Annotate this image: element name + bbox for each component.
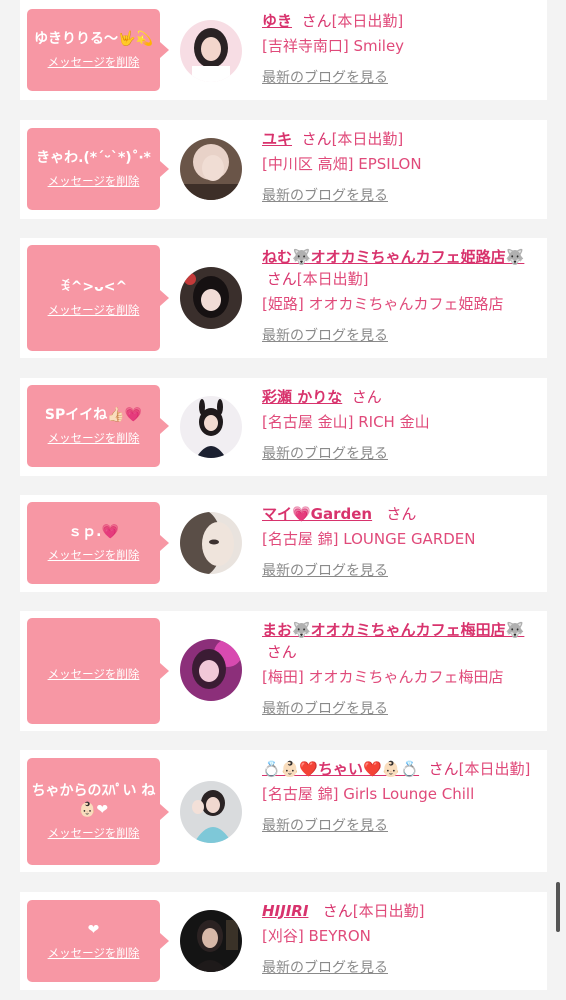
honorific: さん bbox=[386, 505, 417, 523]
message-feed: ゆきりりる〜🤟💫 メッセージを削除 ゆき さん[本日出勤] [吉祥寺南口] Sm… bbox=[0, 0, 566, 1000]
message-text: ちゃからのｽﾊﾟい ね👶🏻❤ bbox=[31, 782, 156, 818]
honorific: さん bbox=[301, 130, 332, 148]
shop-label: [吉祥寺南口] Smiley bbox=[262, 37, 405, 55]
honorific: さん bbox=[266, 270, 297, 288]
latest-blog-link[interactable]: 最新のブログを見る bbox=[262, 815, 388, 835]
honorific: さん bbox=[301, 12, 332, 30]
list-item: ❤ メッセージを削除 HIJIRI さん[本日出勤] [刈谷] BEYRON 最… bbox=[20, 892, 547, 990]
scrollbar[interactable] bbox=[556, 882, 560, 932]
delete-message-link[interactable]: メッセージを削除 bbox=[48, 54, 140, 70]
message-bubble: ちゃからのｽﾊﾟい ね👶🏻❤ メッセージを削除 bbox=[27, 758, 169, 865]
user-name-link[interactable]: まお🐺オオカミちゃんカフェ梅田店🐺 bbox=[262, 621, 524, 639]
latest-blog-link[interactable]: 最新のブログを見る bbox=[262, 957, 388, 977]
latest-blog-link[interactable]: 最新のブログを見る bbox=[262, 698, 388, 718]
latest-blog-link[interactable]: 最新のブログを見る bbox=[262, 185, 388, 205]
user-name-link[interactable]: 彩瀬 かりな bbox=[262, 388, 342, 406]
work-status: [本日出勤] bbox=[331, 12, 404, 30]
work-status: [本日出勤] bbox=[352, 902, 425, 920]
shop-label: [中川区 高畑] EPSILON bbox=[262, 155, 422, 173]
user-name-link[interactable]: HIJIRI bbox=[262, 902, 308, 920]
message-bubble: ❤ メッセージを削除 bbox=[27, 900, 169, 982]
user-name-link[interactable]: 💍👶🏻❤️ちゃい❤️👶🏻💍 bbox=[262, 760, 419, 778]
delete-message-link[interactable]: メッセージを削除 bbox=[48, 825, 140, 841]
work-status: [本日出勤] bbox=[296, 270, 369, 288]
user-info: HIJIRI さん[本日出勤] [刈谷] BEYRON 最新のブログを見る bbox=[262, 900, 537, 977]
latest-blog-link[interactable]: 最新のブログを見る bbox=[262, 443, 388, 463]
message-text: ｓｐ.💗 bbox=[68, 523, 119, 540]
avatar[interactable] bbox=[180, 781, 242, 843]
avatar[interactable] bbox=[180, 267, 242, 329]
work-status: [本日出勤] bbox=[458, 760, 531, 778]
delete-message-link[interactable]: メッセージを削除 bbox=[48, 666, 140, 682]
latest-blog-link[interactable]: 最新のブログを見る bbox=[262, 325, 388, 345]
message-bubble: きゃわ.(*´ᵕ`*)˚‧* メッセージを削除 bbox=[27, 128, 169, 210]
user-name-link[interactable]: ユキ bbox=[262, 130, 292, 148]
message-bubble: ゆきりりる〜🤟💫 メッセージを削除 bbox=[27, 9, 169, 91]
delete-message-link[interactable]: メッセージを削除 bbox=[48, 302, 140, 318]
delete-message-link[interactable]: メッセージを削除 bbox=[48, 173, 140, 189]
list-item: ゆきりりる〜🤟💫 メッセージを削除 ゆき さん[本日出勤] [吉祥寺南口] Sm… bbox=[20, 0, 547, 100]
list-item: メッセージを削除 まお🐺オオカミちゃんカフェ梅田店🐺 さん [梅田] オオカミち… bbox=[20, 611, 547, 731]
avatar[interactable] bbox=[180, 20, 242, 82]
message-text: ゆきりりる〜🤟💫 bbox=[34, 30, 153, 47]
latest-blog-link[interactable]: 最新のブログを見る bbox=[262, 560, 388, 580]
message-bubble: ｓｐ.💗 メッセージを削除 bbox=[27, 502, 169, 584]
avatar[interactable] bbox=[180, 396, 242, 458]
list-item: ｓｐ.💗 メッセージを削除 マイ💗Garden さん [名古屋 錦] LOUNG… bbox=[20, 495, 547, 592]
message-bubble: ꉂ^>ᴗ<^ メッセージを削除 bbox=[27, 245, 169, 351]
shop-label: [梅田] オオカミちゃんカフェ梅田店 bbox=[262, 668, 504, 686]
user-info: 💍👶🏻❤️ちゃい❤️👶🏻💍 さん[本日出勤] [名古屋 錦] Girls Lou… bbox=[262, 758, 537, 835]
user-info: まお🐺オオカミちゃんカフェ梅田店🐺 さん [梅田] オオカミちゃんカフェ梅田店 … bbox=[262, 619, 537, 718]
user-info: ユキ さん[本日出勤] [中川区 高畑] EPSILON 最新のブログを見る bbox=[262, 128, 537, 205]
user-info: マイ💗Garden さん [名古屋 錦] LOUNGE GARDEN 最新のブロ… bbox=[262, 503, 537, 580]
honorific: さん bbox=[322, 902, 353, 920]
shop-label: [刈谷] BEYRON bbox=[262, 927, 371, 945]
latest-blog-link[interactable]: 最新のブログを見る bbox=[262, 67, 388, 87]
shop-label: [名古屋 金山] RICH 金山 bbox=[262, 413, 430, 431]
avatar[interactable] bbox=[180, 639, 242, 701]
message-bubble: SPイイね👍🏻💗 メッセージを削除 bbox=[27, 385, 169, 467]
avatar[interactable] bbox=[180, 910, 242, 972]
list-item: ꉂ^>ᴗ<^ メッセージを削除 ねむ🐺オオカミちゃんカフェ姫路店🐺 さん[本日出… bbox=[20, 238, 547, 358]
list-item: SPイイね👍🏻💗 メッセージを削除 彩瀬 かりな さん [名古屋 金山] RIC… bbox=[20, 378, 547, 476]
message-text: ❤ bbox=[87, 921, 100, 938]
user-info: ゆき さん[本日出勤] [吉祥寺南口] Smiley 最新のブログを見る bbox=[262, 10, 537, 87]
honorific: さん bbox=[266, 643, 297, 661]
message-bubble: メッセージを削除 bbox=[27, 618, 169, 724]
message-text: SPイイね👍🏻💗 bbox=[44, 406, 143, 423]
message-text: きゃわ.(*´ᵕ`*)˚‧* bbox=[36, 149, 151, 166]
user-name-link[interactable]: ねむ🐺オオカミちゃんカフェ姫路店🐺 bbox=[262, 248, 524, 266]
honorific: さん bbox=[428, 760, 459, 778]
avatar[interactable] bbox=[180, 512, 242, 574]
shop-label: [名古屋 錦] LOUNGE GARDEN bbox=[262, 530, 476, 548]
shop-label: [姫路] オオカミちゃんカフェ姫路店 bbox=[262, 295, 504, 313]
list-item: ちゃからのｽﾊﾟい ね👶🏻❤ メッセージを削除 💍👶🏻❤️ちゃい❤️👶🏻💍 さん… bbox=[20, 750, 547, 872]
list-item: きゃわ.(*´ᵕ`*)˚‧* メッセージを削除 ユキ さん[本日出勤] [中川区… bbox=[20, 120, 547, 219]
shop-label: [名古屋 錦] Girls Lounge Chill bbox=[262, 785, 475, 803]
delete-message-link[interactable]: メッセージを削除 bbox=[48, 547, 140, 563]
user-info: ねむ🐺オオカミちゃんカフェ姫路店🐺 さん[本日出勤] [姫路] オオカミちゃんカ… bbox=[262, 246, 537, 345]
delete-message-link[interactable]: メッセージを削除 bbox=[48, 945, 140, 961]
work-status: [本日出勤] bbox=[331, 130, 404, 148]
delete-message-link[interactable]: メッセージを削除 bbox=[48, 430, 140, 446]
message-text: ꉂ^>ᴗ<^ bbox=[59, 278, 128, 295]
user-info: 彩瀬 かりな さん [名古屋 金山] RICH 金山 最新のブログを見る bbox=[262, 386, 537, 463]
user-name-link[interactable]: ゆき bbox=[262, 12, 292, 30]
honorific: さん bbox=[351, 388, 382, 406]
user-name-link[interactable]: マイ💗Garden bbox=[262, 505, 372, 523]
avatar[interactable] bbox=[180, 138, 242, 200]
